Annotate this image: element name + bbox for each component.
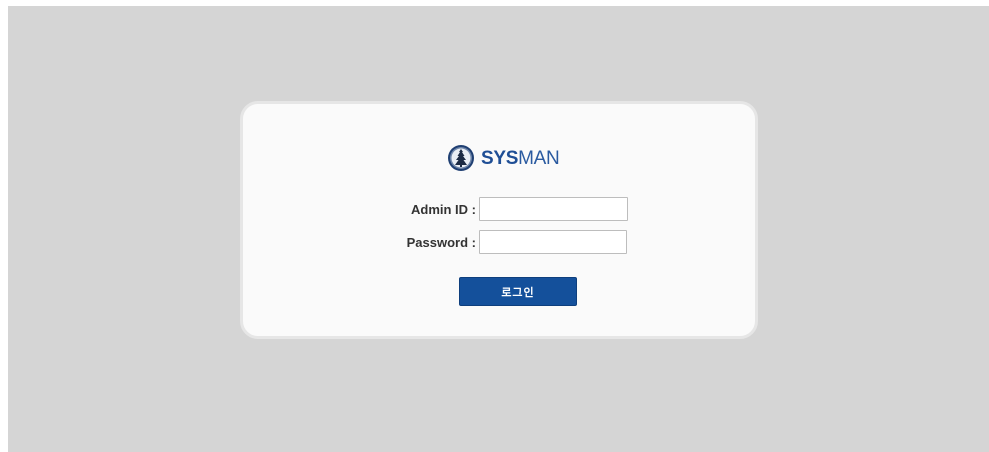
password-row: Password : [393,229,627,255]
brand-name: SYSMAN [481,147,560,169]
password-label: Password : [406,234,476,250]
page-background: SYSMAN Admin ID : Password : 로그인 [8,6,989,452]
admin-id-input[interactable] [479,197,628,221]
emblem-icon [448,145,474,171]
login-button[interactable]: 로그인 [459,277,577,306]
login-panel: SYSMAN Admin ID : Password : 로그인 [240,101,758,339]
admin-id-label: Admin ID : [411,201,476,217]
admin-id-row: Admin ID : [393,196,628,222]
brand-name-light: MAN [518,147,560,169]
sysman-logo: SYSMAN [447,142,560,174]
password-input[interactable] [479,230,627,254]
brand-name-bold: SYS [481,147,519,169]
